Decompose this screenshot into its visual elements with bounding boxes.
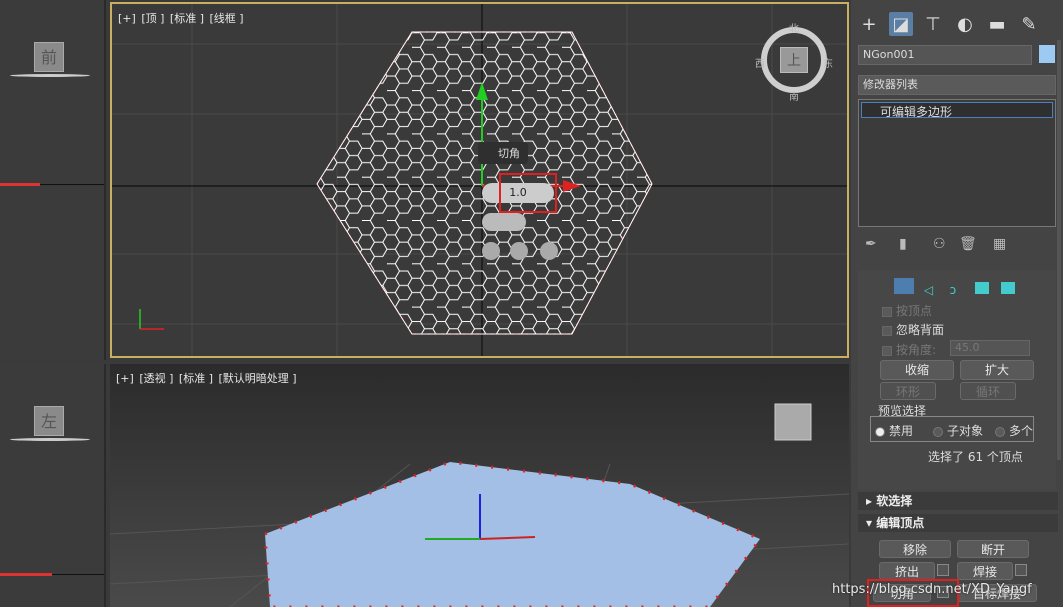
modifier-stack: 可编辑多边形 xyxy=(858,99,1056,227)
persp-viewport-label[interactable]: [+] [透视 ] [标准 ] [默认明暗处理 ] xyxy=(116,370,299,386)
caddy-ok-icon[interactable] xyxy=(482,242,500,260)
mesh-surface xyxy=(265,462,760,607)
preview-multi-label: 多个 xyxy=(1009,424,1034,438)
stack-item[interactable]: 可编辑多边形 xyxy=(861,102,1053,119)
object-name-field[interactable]: NGon001 xyxy=(858,45,1032,65)
preview-selection-group: 禁用 子对象 多个 xyxy=(870,416,1034,442)
preview-off-label: 禁用 xyxy=(889,424,914,438)
angle-spinner[interactable]: 45.0 xyxy=(950,340,1030,356)
subobject-icons: ◁ ↄ xyxy=(894,278,1024,299)
command-panel: + ◪ ⊤ ◐ ▬ ✎ NGon001 修改器列表 可编辑多边形 ✒ ▮ ⚇ 🗑… xyxy=(851,0,1063,607)
view-cube-ring xyxy=(10,438,90,441)
top-viewport-canvas xyxy=(112,4,847,356)
by-angle-checkbox[interactable]: 按角度: xyxy=(882,341,936,358)
vertex-mode-icon[interactable] xyxy=(894,278,914,294)
viewport-shading-standard[interactable]: [标准 ] xyxy=(170,12,204,25)
viewcube-south[interactable]: 南 xyxy=(789,88,799,103)
caddy-segments-field[interactable] xyxy=(482,213,526,231)
hierarchy-tab-icon[interactable]: ⊤ xyxy=(921,12,945,36)
viewcube-west[interactable]: 西 xyxy=(755,55,765,70)
soft-selection-title: 软选择 xyxy=(876,494,913,508)
caddy-title: 切角 xyxy=(498,147,520,160)
weld-settings-icon[interactable] xyxy=(1015,564,1027,576)
remove-modifier-icon[interactable]: 🗑 xyxy=(959,236,977,252)
border-mode-icon[interactable]: ↄ xyxy=(950,283,968,299)
weld-button[interactable]: 焊接 xyxy=(957,562,1013,580)
viewport-view-menu[interactable]: [顶 ] xyxy=(141,12,164,25)
perspective-canvas xyxy=(110,403,849,607)
show-end-result-icon[interactable]: ▮ xyxy=(899,236,907,252)
persp-viewcube[interactable] xyxy=(774,403,812,441)
viewcube-north[interactable]: 北 xyxy=(789,20,799,35)
highlight-box xyxy=(499,173,557,213)
extrude-settings-icon[interactable] xyxy=(937,564,949,576)
viewport-view-menu[interactable]: [透视 ] xyxy=(139,372,173,385)
motion-tab-icon[interactable]: ◐ xyxy=(953,12,977,36)
caddy-title-bar[interactable]: 切角 xyxy=(478,142,528,164)
remove-button[interactable]: 移除 xyxy=(879,540,951,558)
viewport-shading-standard[interactable]: [标准 ] xyxy=(179,372,213,385)
front-view-cube[interactable]: 前 xyxy=(34,42,64,72)
break-button[interactable]: 断开 xyxy=(957,540,1029,558)
left-mini-viewport[interactable]: 左 xyxy=(0,364,106,607)
mesh-edge-sliver xyxy=(0,183,40,186)
front-mini-viewport[interactable]: 前 xyxy=(0,0,106,360)
viewcube-face-top[interactable]: 上 xyxy=(780,47,808,73)
perspective-viewport[interactable]: [+] [透视 ] [标准 ] [默认明暗处理 ] xyxy=(110,364,849,607)
preview-multi-radio[interactable]: 多个 xyxy=(995,422,1033,439)
soft-selection-rollout[interactable]: ▸ 软选择 xyxy=(858,492,1058,510)
make-unique-icon[interactable]: ⚇ xyxy=(933,236,946,252)
view-cube-ring xyxy=(10,74,90,77)
preview-subobject-radio[interactable]: 子对象 xyxy=(933,422,983,439)
by-angle-label: 按角度: xyxy=(896,343,937,357)
selection-status: 选择了 61 个顶点 xyxy=(928,450,1023,464)
display-tab-icon[interactable]: ▬ xyxy=(985,12,1009,36)
create-tab-icon[interactable]: + xyxy=(857,12,881,36)
modifier-list-dropdown[interactable]: 修改器列表 xyxy=(858,75,1056,95)
polygon-mode-icon[interactable] xyxy=(975,282,990,294)
stack-item-label: 可编辑多边形 xyxy=(880,105,953,119)
ring-button[interactable]: 环形 xyxy=(880,382,936,400)
extrude-button[interactable]: 挤出 xyxy=(879,562,935,580)
grow-button[interactable]: 扩大 xyxy=(960,360,1034,380)
panel-scrollbar[interactable] xyxy=(1057,40,1061,460)
object-color-swatch[interactable] xyxy=(1039,45,1055,63)
shrink-button[interactable]: 收缩 xyxy=(880,360,954,380)
by-vertex-label: 按顶点 xyxy=(896,304,933,318)
configure-sets-icon[interactable]: ▦ xyxy=(993,236,1006,252)
mesh-edge-sliver xyxy=(0,573,52,576)
ignore-backfacing-checkbox[interactable]: 忽略背面 xyxy=(882,321,944,338)
loop-button[interactable]: 循环 xyxy=(960,382,1016,400)
by-vertex-checkbox[interactable]: 按顶点 xyxy=(882,302,932,319)
element-mode-icon[interactable] xyxy=(1001,282,1016,294)
top-viewport[interactable]: [+] [顶 ] [标准 ] [线框 ] 北 西 东 南 上 切角 1.0 xyxy=(110,2,849,358)
viewport-shading-menu[interactable]: [默认明暗处理 ] xyxy=(219,372,297,385)
selection-rollout: ◁ ↄ 按顶点 忽略背面 按角度: 45.0 收缩 扩大 环形 循环 预览选择 … xyxy=(858,270,1056,490)
modify-tab-icon[interactable]: ◪ xyxy=(889,12,913,36)
left-view-cube[interactable]: 左 xyxy=(34,406,64,436)
watermark: https://blog.csdn.net/XD_Yangf xyxy=(832,582,1032,597)
caddy-apply-icon[interactable] xyxy=(510,242,528,260)
caddy-cancel-icon[interactable] xyxy=(540,242,558,260)
top-viewport-label[interactable]: [+] [顶 ] [标准 ] [线框 ] xyxy=(118,10,246,26)
ignore-backfacing-label: 忽略背面 xyxy=(896,323,945,337)
preview-subobject-label: 子对象 xyxy=(947,424,984,438)
viewport-shading-menu[interactable]: [线框 ] xyxy=(210,12,244,25)
pin-stack-icon[interactable]: ✒ xyxy=(865,236,877,252)
edit-vertices-title: 编辑顶点 xyxy=(876,516,925,530)
preview-off-radio[interactable]: 禁用 xyxy=(875,422,913,439)
viewcube-east[interactable]: 东 xyxy=(823,55,833,70)
viewport-menu-plus[interactable]: [+] xyxy=(118,12,136,25)
edge-mode-icon[interactable]: ◁ xyxy=(924,283,942,299)
viewport-menu-plus[interactable]: [+] xyxy=(116,372,134,385)
edit-vertices-rollout[interactable]: ▾ 编辑顶点 xyxy=(858,514,1058,532)
utilities-tab-icon[interactable]: ✎ xyxy=(1017,12,1041,36)
